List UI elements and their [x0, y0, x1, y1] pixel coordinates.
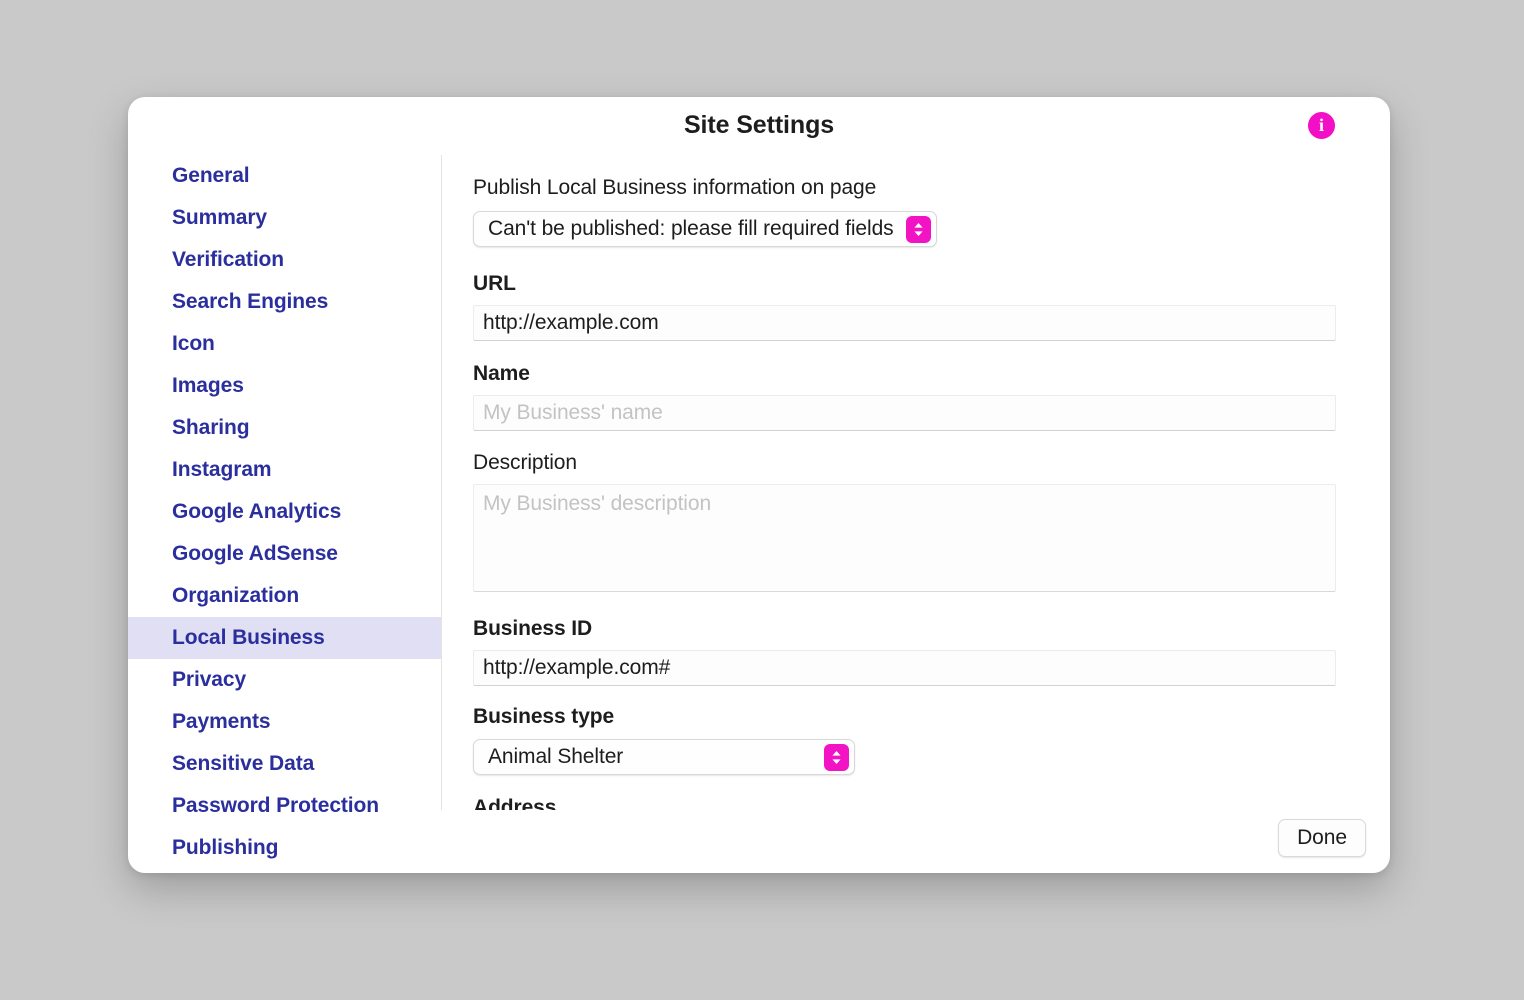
url-label: URL	[473, 272, 516, 295]
sidebar-item-label: Images	[172, 374, 244, 397]
sidebar-item-payments[interactable]: Payments	[128, 701, 441, 743]
sidebar-item-search-engines[interactable]: Search Engines	[128, 281, 441, 323]
sidebar-item-label: Sharing	[172, 416, 250, 439]
sidebar-item-label: Icon	[172, 332, 215, 355]
sidebar-item-google-analytics[interactable]: Google Analytics	[128, 491, 441, 533]
business-id-label: Business ID	[473, 617, 593, 640]
description-label: Description	[473, 451, 577, 474]
name-input[interactable]	[473, 395, 1336, 431]
business-type-value: Animal Shelter	[488, 745, 624, 768]
sidebar-item-label: Sensitive Data	[172, 752, 315, 775]
business-id-input[interactable]	[473, 650, 1336, 686]
chevron-updown-icon	[824, 743, 849, 771]
sidebar-item-label: Payments	[172, 710, 271, 733]
page-title: Site Settings	[683, 111, 835, 139]
sidebar-item-summary[interactable]: Summary	[128, 197, 441, 239]
local-business-panel: Publish Local Business information on pa…	[442, 155, 1390, 810]
name-field-group: Name	[473, 363, 1336, 431]
address-label: Address	[473, 796, 557, 810]
url-field-group: URL	[473, 273, 1336, 341]
sidebar-item-label: Verification	[172, 248, 285, 271]
sidebar-item-instagram[interactable]: Instagram	[128, 449, 441, 491]
business-id-field-group: Business ID	[473, 618, 1336, 686]
site-settings-dialog: Site Settings i General Summary Verificati…	[128, 97, 1390, 873]
publish-field-group: Publish Local Business information on pa…	[473, 155, 1336, 247]
publish-status-value: Can't be published: please fill required…	[488, 217, 894, 240]
sidebar-item-label: Search Engines	[172, 290, 329, 313]
sidebar-item-general[interactable]: General	[128, 155, 441, 197]
name-label: Name	[473, 362, 530, 385]
dialog-footer: Done	[128, 810, 1390, 873]
description-field-group: Description	[473, 452, 1336, 597]
business-type-select[interactable]: Animal Shelter	[473, 739, 855, 775]
sidebar-item-sharing[interactable]: Sharing	[128, 407, 441, 449]
sidebar-item-label: Organization	[172, 584, 300, 607]
sidebar-item-label: Privacy	[172, 668, 247, 691]
address-field-group: Address	[473, 797, 1336, 810]
sidebar-item-label: Summary	[172, 206, 268, 229]
sidebar-item-label: General	[172, 164, 250, 187]
business-type-label: Business type	[473, 705, 615, 728]
publish-label: Publish Local Business information on pa…	[473, 176, 877, 199]
sidebar-item-label: Local Business	[172, 626, 325, 649]
sidebar-item-label: Instagram	[172, 458, 272, 481]
url-input[interactable]	[473, 305, 1336, 341]
sidebar-item-google-adsense[interactable]: Google AdSense	[128, 533, 441, 575]
settings-sidebar: General Summary Verification Search Engines…	[128, 155, 441, 873]
description-textarea[interactable]	[473, 484, 1336, 592]
chevron-updown-icon	[905, 215, 931, 243]
publish-status-select[interactable]: Can't be published: please fill required…	[473, 211, 937, 247]
sidebar-item-verification[interactable]: Verification	[128, 239, 441, 281]
sidebar-item-images[interactable]: Images	[128, 365, 441, 407]
sidebar-item-sensitive-data[interactable]: Sensitive Data	[128, 743, 441, 785]
business-type-field-group: Business type Animal Shelter	[473, 706, 1336, 775]
info-icon[interactable]: i	[1308, 112, 1335, 139]
sidebar-item-icon[interactable]: Icon	[128, 323, 441, 365]
sidebar-item-label: Google AdSense	[172, 542, 338, 565]
sidebar-item-local-business[interactable]: Local Business	[128, 617, 441, 659]
sidebar-item-organization[interactable]: Organization	[128, 575, 441, 617]
sidebar-item-privacy[interactable]: Privacy	[128, 659, 441, 701]
sidebar-item-label: Google Analytics	[172, 500, 342, 523]
done-button[interactable]: Done	[1278, 819, 1366, 857]
